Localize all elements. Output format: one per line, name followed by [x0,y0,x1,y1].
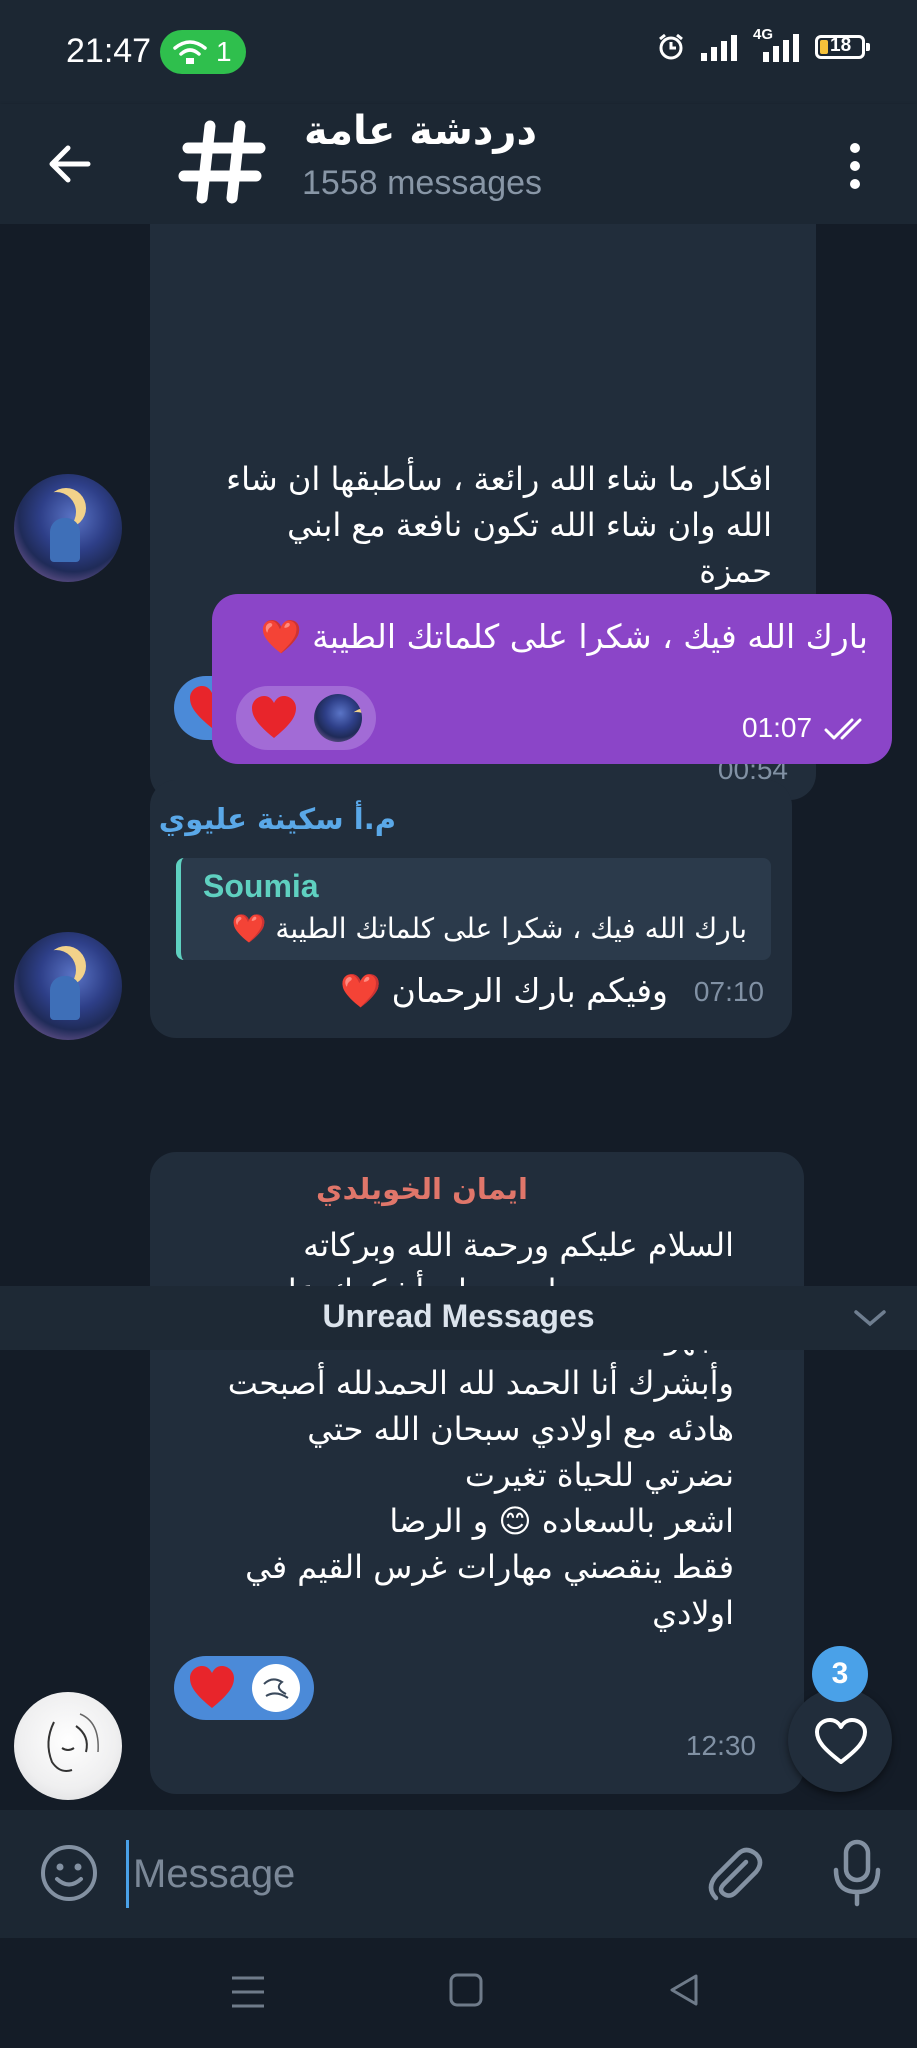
message-list[interactable]: افكار ما شاء الله رائعة ، سأطبقها ان شاء… [0,224,917,1810]
reactor-avatar [314,694,362,742]
arrow-left-icon [49,145,91,183]
heart-outline-icon [815,1718,867,1764]
chevron-down-icon[interactable] [852,1306,888,1330]
message-time: 07:10 [693,976,764,1007]
back-triangle-icon[interactable] [666,1972,702,2008]
emoji-button[interactable] [36,1840,102,1906]
double-check-icon [824,718,862,740]
reaction-chip[interactable] [174,1656,314,1720]
recent-apps-icon[interactable] [228,1974,268,2010]
unread-messages-divider: Unread Messages [0,1286,917,1350]
signal-bars-icon [763,34,799,62]
chat-subtitle: 1558 messages [302,164,543,202]
sender-avatar[interactable] [14,474,122,582]
more-vertical-icon [850,143,860,189]
message-text: السلام عليكم ورحمة الله وبركاته حبيبتي س… [227,1226,734,1632]
message-time: 01:07 [742,712,813,743]
paperclip-icon [708,1847,763,1901]
reaction-chip[interactable] [236,686,376,750]
more-menu-button[interactable] [830,130,880,202]
message-composer [0,1810,917,1938]
sender-name: م.أ سكينة عليوي [158,802,396,836]
heart-reaction-icon [188,1665,236,1711]
status-icons: 4G 18 [657,26,870,62]
wifi-hotspot-icon [173,40,207,64]
sender-name: ايمان الخويلدي [316,1172,528,1206]
message-bubble[interactable]: م.أ سكينة عليوي Soumia بارك الله فيك ، ش… [150,780,792,1038]
attach-button[interactable] [700,1840,768,1908]
sender-avatar[interactable] [14,1692,122,1800]
message-bubble-outgoing[interactable]: بارك الله فيك ، شكرا على كلماتك الطيبة ❤… [212,594,892,764]
hotspot-count: 1 [216,36,232,67]
message-text: بارك الله فيك ، شكرا على كلماتك الطيبة ❤… [260,617,868,656]
reply-text: بارك الله فيك ، شكرا على كلماتك الطيبة ❤… [231,912,747,945]
alarm-icon [659,33,683,60]
hotspot-indicator: 1 [160,30,246,74]
chat-header: دردشة عامة 1558 messages [0,104,917,224]
voice-record-button[interactable] [824,1836,890,1910]
unread-label: Unread Messages [322,1298,595,1334]
back-button[interactable] [34,128,106,200]
sender-avatar[interactable] [14,932,122,1040]
reply-quote[interactable]: Soumia بارك الله فيك ، شكرا على كلماتك ا… [176,858,771,960]
reply-sender: Soumia [203,868,319,904]
reactor-avatar [252,1664,300,1712]
hash-icon[interactable] [176,116,268,208]
message-input[interactable] [126,1840,695,1908]
message-time: 12:30 [685,1730,756,1761]
home-icon[interactable] [448,1972,484,2008]
battery-indicator: 18 [815,35,870,59]
reactions-jump-button[interactable] [788,1688,892,1792]
status-time: 21:47 [66,32,152,70]
message-text: وفيكم بارك الرحمان ❤️ [340,971,668,1010]
heart-reaction-icon [250,695,298,741]
message-bubble[interactable]: ايمان الخويلدي السلام عليكم ورحمة الله و… [150,1152,804,1794]
status-bar: 21:47 1 4G 18 [0,0,917,104]
chat-title[interactable]: دردشة عامة [304,108,537,154]
smiley-icon [41,1845,97,1901]
battery-level: 18 [830,35,852,56]
microphone-icon [833,1839,881,1907]
mobile-data-signal: 4G [753,26,801,62]
reaction-count-badge: 3 [812,1646,868,1702]
system-navigation-bar [0,1938,917,2048]
signal-icon [701,35,737,61]
